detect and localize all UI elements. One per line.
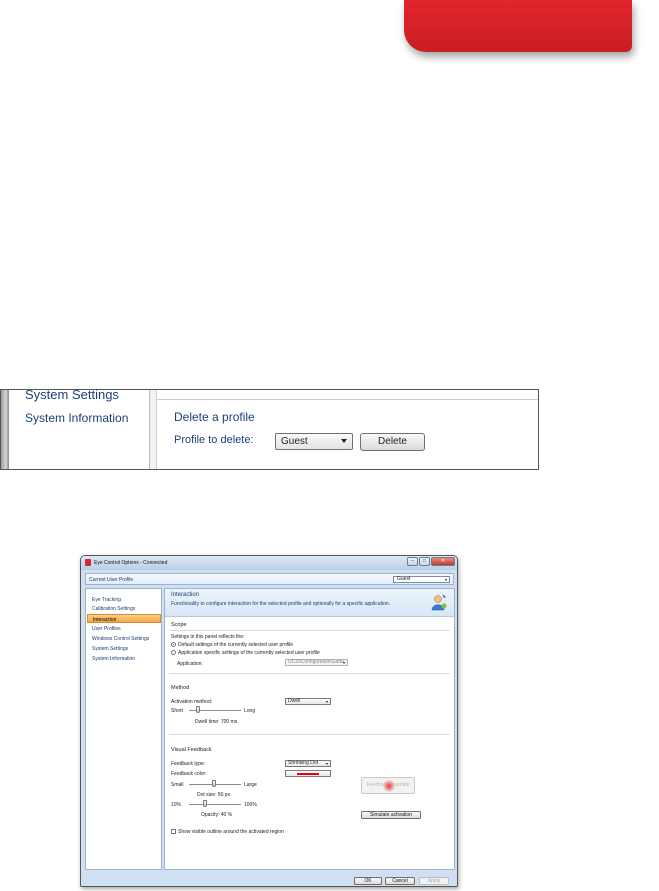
- interaction-panel: Interaction Functionality to configure i…: [164, 588, 455, 870]
- maximize-button[interactable]: □: [419, 557, 430, 566]
- chevron-down-icon: [326, 701, 328, 703]
- profile-to-delete-label: Profile to delete:: [174, 434, 254, 446]
- feedback-example-preview: Feedback Example: [361, 777, 415, 794]
- dwell-slider-thumb[interactable]: [196, 706, 200, 713]
- app-icon: [85, 559, 91, 566]
- nav-item-system-information[interactable]: System Information: [25, 411, 128, 425]
- feedback-type-label: Feedback type:: [171, 761, 206, 767]
- sidebar-item-windows-control-settings[interactable]: Windows Control Settings: [87, 634, 161, 643]
- scope-application-radio[interactable]: [171, 650, 176, 655]
- current-user-profile-value: Guest: [397, 576, 411, 582]
- opacity-slider-track[interactable]: [189, 804, 241, 805]
- current-user-profile-select[interactable]: Guest: [393, 576, 450, 583]
- opacity-max-label: 100%: [244, 802, 257, 808]
- show-outline-checkbox[interactable]: [171, 829, 176, 834]
- opacity-slider-thumb[interactable]: [203, 800, 207, 807]
- sidebar-item-interaction[interactable]: Interaction: [87, 614, 161, 623]
- scope-default-label: Default settings of the currently select…: [178, 642, 294, 648]
- activation-method-label: Activation method:: [171, 699, 213, 705]
- feedback-color-swatch: [297, 773, 319, 775]
- feedback-color-picker[interactable]: [285, 770, 331, 777]
- dwell-time-readout: Dwell time: 700 ms: [195, 719, 238, 725]
- opacity-readout: Opacity: 40 %: [201, 812, 233, 818]
- sidebar-item-eye-tracking[interactable]: Eye Tracking: [87, 595, 161, 604]
- brand-tab: [404, 0, 632, 52]
- chevron-down-icon: [445, 579, 447, 581]
- zoomed-delete-profile-panel: System Settings System Information Delet…: [0, 389, 539, 470]
- title-bar: Eye Control Options - Connected – □ ✕: [81, 556, 457, 570]
- minimize-button[interactable]: –: [407, 557, 418, 566]
- feedback-dot-icon: [383, 780, 395, 792]
- current-user-profile-bar: Current User Profile Guest: [85, 573, 454, 585]
- sidebar-item-system-information[interactable]: System Information: [87, 654, 161, 663]
- panel-header: Interaction Functionality to configure i…: [165, 589, 454, 617]
- sidebar-item-user-profiles[interactable]: User Profiles: [87, 624, 161, 633]
- close-button[interactable]: ✕: [431, 557, 455, 566]
- eye-control-options-window: Eye Control Options - Connected – □ ✕ Cu…: [80, 555, 458, 887]
- sidebar-item-system-settings[interactable]: System Settings: [87, 644, 161, 653]
- divider: [157, 399, 538, 400]
- user-settings-icon: [431, 594, 447, 611]
- dot-size-slider-thumb[interactable]: [212, 780, 216, 787]
- panel-separator: [149, 390, 157, 469]
- application-value: UC20ConfigurationGuide: [288, 659, 344, 665]
- show-outline-label: Show visible outline around the activate…: [178, 829, 284, 835]
- profile-to-delete-select[interactable]: Guest: [275, 433, 353, 450]
- window-edge: [1, 390, 9, 469]
- activation-method-select[interactable]: Dwell: [285, 698, 331, 705]
- cancel-button[interactable]: Cancel: [385, 877, 415, 885]
- page-description: Functionality to configure interaction f…: [171, 601, 391, 607]
- profile-to-delete-value: Guest: [281, 436, 308, 447]
- scope-intro: Settings in this panel reflects the:: [171, 634, 245, 640]
- dot-size-readout: Dot size: 50 px: [197, 792, 231, 798]
- divider: [169, 734, 450, 735]
- feedback-color-label: Feedback color:: [171, 771, 207, 777]
- chevron-down-icon: [326, 763, 328, 765]
- feedback-type-value: Shrinking Dot: [288, 760, 319, 766]
- page-title: Interaction: [171, 592, 200, 598]
- method-heading: Method: [171, 685, 190, 691]
- chevron-down-icon: [343, 662, 345, 664]
- divider: [169, 673, 450, 674]
- dialog-footer: OK Cancel Apply: [81, 874, 457, 886]
- dot-size-small-label: Small: [171, 782, 184, 788]
- divider: [169, 630, 450, 631]
- delete-profile-heading: Delete a profile: [174, 410, 255, 424]
- scope-heading: Scope: [171, 622, 187, 628]
- nav-item-system-settings[interactable]: System Settings: [25, 390, 119, 402]
- current-user-profile-label: Current User Profile: [89, 577, 134, 583]
- activation-method-value: Dwell: [288, 698, 301, 704]
- scope-application-label: Application specific settings of the cur…: [178, 650, 320, 656]
- apply-button[interactable]: Apply: [419, 877, 449, 885]
- visual-feedback-heading: Visual Feedback: [171, 747, 212, 753]
- application-label: Application:: [177, 661, 203, 667]
- chevron-down-icon: [341, 439, 347, 443]
- application-select[interactable]: UC20ConfigurationGuide: [285, 659, 348, 666]
- sidebar: Eye Tracking Calibration Settings Intera…: [85, 588, 162, 870]
- simulate-activation-button[interactable]: Simulate activation: [361, 811, 421, 819]
- window-title: Eye Control Options - Connected: [94, 560, 168, 566]
- scope-default-radio[interactable]: [171, 642, 176, 647]
- ok-button[interactable]: OK: [354, 877, 382, 885]
- feedback-type-select[interactable]: Shrinking Dot: [285, 760, 331, 767]
- dwell-short-label: Short: [171, 708, 183, 714]
- opacity-min-label: 10%: [171, 802, 182, 808]
- dot-size-large-label: Large: [244, 782, 257, 788]
- delete-button[interactable]: Delete: [360, 433, 425, 451]
- sidebar-item-calibration-settings[interactable]: Calibration Settings: [87, 604, 161, 613]
- dwell-long-label: Long: [244, 708, 256, 714]
